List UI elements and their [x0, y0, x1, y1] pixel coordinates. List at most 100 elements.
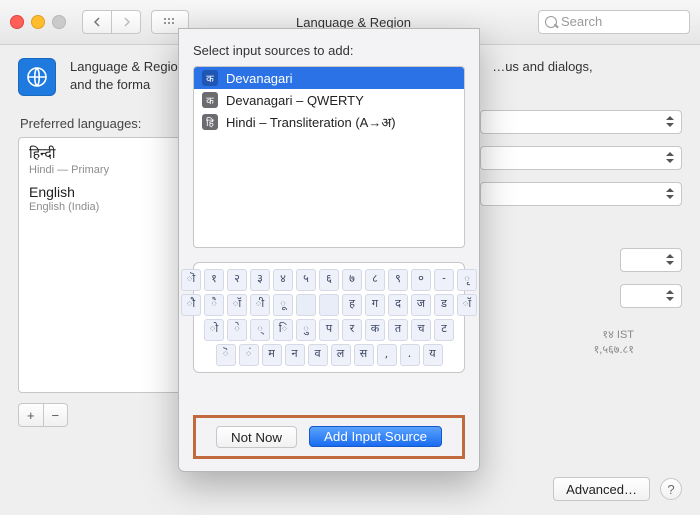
- calendar-select[interactable]: [480, 182, 682, 206]
- add-language-button[interactable]: +: [19, 404, 44, 426]
- key: २: [227, 269, 247, 291]
- key: ॆ: [216, 344, 236, 366]
- key: ३: [250, 269, 270, 291]
- input-source-item[interactable]: क Devanagari: [194, 67, 464, 89]
- desc-text-1a: Language & Region: [70, 59, 185, 74]
- input-source-icon: हि: [202, 114, 218, 130]
- input-source-item[interactable]: हि Hindi – Transliteration (A→अ): [194, 111, 464, 133]
- close-dot[interactable]: [10, 15, 24, 29]
- key: र: [342, 319, 362, 341]
- example-time: १४ IST: [602, 329, 634, 341]
- key: ै: [204, 294, 224, 316]
- key: ह: [342, 294, 362, 316]
- key: -: [434, 269, 454, 291]
- key: े: [227, 319, 247, 341]
- input-source-label: Devanagari: [226, 71, 293, 86]
- key: १: [204, 269, 224, 291]
- key: ू: [273, 294, 293, 316]
- input-source-list[interactable]: क Devanagari क Devanagari – QWERTY हि Hi…: [193, 66, 465, 248]
- help-button[interactable]: ?: [660, 478, 682, 500]
- forward-button[interactable]: [112, 10, 141, 34]
- key: न: [285, 344, 305, 366]
- lang-item[interactable]: English English (India): [29, 184, 179, 213]
- kb-row-3: ोे्िुपरकतचट: [200, 319, 458, 341]
- key: द: [388, 294, 408, 316]
- kb-row-2: ौैॉीूहगदजडॉ: [200, 294, 458, 316]
- example-number: १,५६७.८१: [594, 344, 634, 356]
- time-format-select[interactable]: [620, 248, 682, 272]
- key: ु: [296, 319, 316, 341]
- key: ल: [331, 344, 351, 366]
- input-source-icon: क: [202, 70, 218, 86]
- lang-item[interactable]: हिन्दी Hindi — Primary: [29, 144, 179, 176]
- key: ड: [434, 294, 454, 316]
- key: [319, 294, 339, 316]
- key: य: [423, 344, 443, 366]
- key: ्: [250, 319, 270, 341]
- lang-name: हिन्दी: [29, 144, 179, 163]
- key: ८: [365, 269, 385, 291]
- input-source-label: Hindi – Transliteration (A→अ): [226, 113, 396, 131]
- key: प: [319, 319, 339, 341]
- lang-sub: Hindi — Primary: [29, 164, 179, 176]
- globe-icon: [18, 58, 56, 96]
- key: स: [354, 344, 374, 366]
- back-button[interactable]: [82, 10, 112, 34]
- key: ७: [342, 269, 362, 291]
- minimize-dot[interactable]: [31, 15, 45, 29]
- advanced-button[interactable]: Advanced…: [553, 477, 650, 501]
- bottom-bar: Advanced… ?: [553, 477, 682, 501]
- key: ो: [204, 319, 224, 341]
- kb-row-1: ॊ१२३४५६७८९०-ृ: [200, 269, 458, 291]
- region-select[interactable]: [480, 110, 682, 134]
- key: ी: [250, 294, 270, 316]
- key: ृ: [457, 269, 477, 291]
- preferred-languages-list[interactable]: हिन्दी Hindi — Primary English English (…: [18, 137, 190, 393]
- window: Language & Region Search Language & Regi…: [0, 0, 700, 515]
- sheet-prompt: Select input sources to add:: [193, 43, 465, 58]
- key: ि: [273, 319, 293, 341]
- key: च: [411, 319, 431, 341]
- desc-text-2: and the forma: [70, 77, 150, 92]
- key: [296, 294, 316, 316]
- key: ९: [388, 269, 408, 291]
- key: ०: [411, 269, 431, 291]
- sheet-actions: Not Now Add Input Source: [193, 415, 465, 459]
- key: ,: [377, 344, 397, 366]
- input-source-item[interactable]: क Devanagari – QWERTY: [194, 89, 464, 111]
- add-input-source-button[interactable]: Add Input Source: [309, 426, 442, 447]
- add-remove-buttons: + −: [18, 403, 68, 427]
- preferred-languages-panel: Preferred languages: हिन्दी Hindi — Prim…: [18, 110, 190, 427]
- lang-sub: English (India): [29, 201, 179, 213]
- key: ॊ: [181, 269, 201, 291]
- key: ज: [411, 294, 431, 316]
- key: ग: [365, 294, 385, 316]
- key: .: [400, 344, 420, 366]
- first-day-select[interactable]: [480, 146, 682, 170]
- desc-text-1b: …us and dialogs,: [492, 59, 592, 74]
- input-source-label: Devanagari – QWERTY: [226, 93, 364, 108]
- preferred-languages-label: Preferred languages:: [20, 116, 190, 131]
- temperature-select[interactable]: [620, 284, 682, 308]
- search-placeholder: Search: [561, 14, 602, 29]
- key: त: [388, 319, 408, 341]
- zoom-dot[interactable]: [52, 15, 66, 29]
- key: ६: [319, 269, 339, 291]
- search-field[interactable]: Search: [538, 10, 690, 34]
- key: ॉ: [227, 294, 247, 316]
- lang-name: English: [29, 184, 179, 200]
- key: क: [365, 319, 385, 341]
- key: ॉ: [457, 294, 477, 316]
- key: ौ: [181, 294, 201, 316]
- input-source-icon: क: [202, 92, 218, 108]
- nav-buttons: [82, 10, 141, 34]
- key: ट: [434, 319, 454, 341]
- key: ं: [239, 344, 259, 366]
- keyboard-preview: ॊ१२३४५६७८९०-ृ ौैॉीूहगदजडॉ ोे्िुपरकतचट ॆं…: [193, 262, 465, 373]
- key: ५: [296, 269, 316, 291]
- input-source-sheet: Select input sources to add: क Devanagar…: [178, 28, 480, 472]
- not-now-button[interactable]: Not Now: [216, 426, 297, 448]
- kb-row-4: ॆंमनवलस,.य: [200, 344, 458, 366]
- key: व: [308, 344, 328, 366]
- remove-language-button[interactable]: −: [44, 404, 68, 426]
